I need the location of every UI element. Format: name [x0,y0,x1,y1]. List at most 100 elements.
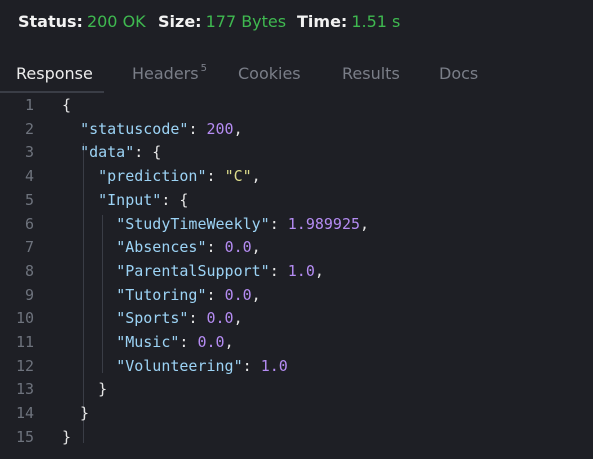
code-token-punct: : [206,167,225,186]
code-line: 10 "Sports": 0.0, [0,306,593,330]
code-content: } [62,377,107,401]
code-token-punct: : [179,333,198,351]
code-token-num: 0.0 [224,238,252,257]
status-stat: Status: 200 OK [18,12,146,31]
line-number: 11 [15,333,34,351]
code-token-key: "ParentalSupport" [116,261,270,280]
code-line: 8 "ParentalSupport": 1.0, [0,259,593,283]
tab-cookies[interactable]: Cookies [238,64,301,83]
code-line: 6 "StudyTimeWeekly": 1.989925, [0,212,593,236]
line-number: 6 [24,214,34,233]
tab-headers[interactable]: Headers 5 [132,62,207,83]
code-token-punct: : [269,261,288,280]
size-label: Size: [158,12,202,31]
response-status-bar: Status: 200 OK Size: 177 Bytes Time: 1.5… [0,0,593,46]
status-label: Status: [18,12,83,31]
code-content: "Music": 0.0, [62,330,233,354]
code-token-key: "StudyTimeWeekly" [116,214,270,233]
code-content: "StudyTimeWeekly": 1.989925, [62,212,369,236]
status-value: 200 OK [86,12,146,31]
code-token-punct [62,167,98,185]
tab-cookies-label: Cookies [238,64,301,83]
code-token-key: "Sports" [116,309,189,328]
code-token-punct: : [188,119,207,138]
line-number: 13 [15,380,34,399]
headers-count-badge: 5 [200,62,207,74]
line-number: 10 [15,309,34,328]
code-token-punct [62,309,116,327]
code-token-punct: : [188,309,207,328]
code-line: 15} [0,425,593,449]
code-token-punct [62,286,116,304]
code-line: 5 "Input": { [0,188,593,212]
code-line: 2 "statuscode": 200, [0,117,593,141]
code-token-punct: : { [161,190,189,209]
code-content: "statuscode": 200, [62,117,243,141]
code-line: 9 "Tutoring": 0.0, [0,283,593,307]
code-token-key: "data" [80,143,135,162]
code-token-punct [62,333,116,351]
line-number: 9 [24,285,34,304]
code-token-punct [62,357,116,375]
tab-response[interactable]: Response [16,64,93,83]
code-token-key: "prediction" [98,167,207,186]
code-token-punct: , [314,261,324,280]
time-label: Time: [297,12,348,31]
code-token-punct: } [62,427,72,446]
line-number: 3 [24,143,34,162]
line-number: 8 [24,261,34,280]
code-token-punct: } [62,404,90,423]
code-token-punct: { [62,96,72,114]
code-content: { [62,93,71,117]
code-content: } [62,401,89,425]
code-line: 3 "data": { [0,140,593,164]
code-line: 13 } [0,377,593,401]
code-line: 1{ [0,93,593,117]
code-content: "Tutoring": 0.0, [62,283,261,307]
tab-results[interactable]: Results [342,64,400,83]
code-token-punct [62,262,116,280]
code-token-str: "C" [224,167,252,186]
tab-docs[interactable]: Docs [439,64,478,83]
code-line: 12 "Volunteering": 1.0 [0,354,593,378]
code-content: } [62,425,71,449]
code-token-punct: : [206,238,225,257]
code-content: "ParentalSupport": 1.0, [62,259,324,283]
size-value: 177 Bytes [205,12,287,31]
code-token-punct: , [251,167,261,186]
code-token-num: 0.0 [197,333,225,351]
response-tabs: Response Headers 5 Cookies Results Docs [0,55,593,93]
code-token-num: 0.0 [206,309,234,328]
code-token-punct: , [233,309,243,328]
tab-headers-label: Headers [132,64,199,83]
code-token-punct: , [233,119,243,138]
code-token-key: "Music" [116,333,180,351]
code-token-num: 0.0 [224,285,252,304]
code-token-num: 1.0 [287,261,315,280]
code-token-key: "Tutoring" [116,285,207,304]
time-value: 1.51 s [351,12,401,31]
code-content: "Input": { [62,188,188,212]
tab-results-label: Results [342,64,400,83]
code-token-punct [62,191,98,209]
code-token-punct: , [251,285,261,304]
line-number: 12 [15,356,34,375]
code-line: 14 } [0,401,593,425]
code-token-punct [62,143,80,161]
code-token-num: 1.989925 [287,214,361,233]
code-token-punct: : { [134,143,162,162]
code-content: "Volunteering": 1.0 [62,354,288,378]
tab-response-label: Response [16,64,93,83]
code-token-punct: : [242,356,261,375]
code-token-num: 200 [206,119,234,138]
code-token-key: "Absences" [116,238,207,257]
code-token-punct: : [206,285,225,304]
code-content: "Sports": 0.0, [62,306,243,330]
code-line: 4 "prediction": "C", [0,164,593,188]
line-number: 7 [24,238,34,257]
code-content: "Absences": 0.0, [62,235,261,259]
code-content: "prediction": "C", [62,164,261,188]
line-number: 5 [24,190,34,209]
code-token-key: "statuscode" [80,119,189,138]
tab-docs-label: Docs [439,64,479,83]
